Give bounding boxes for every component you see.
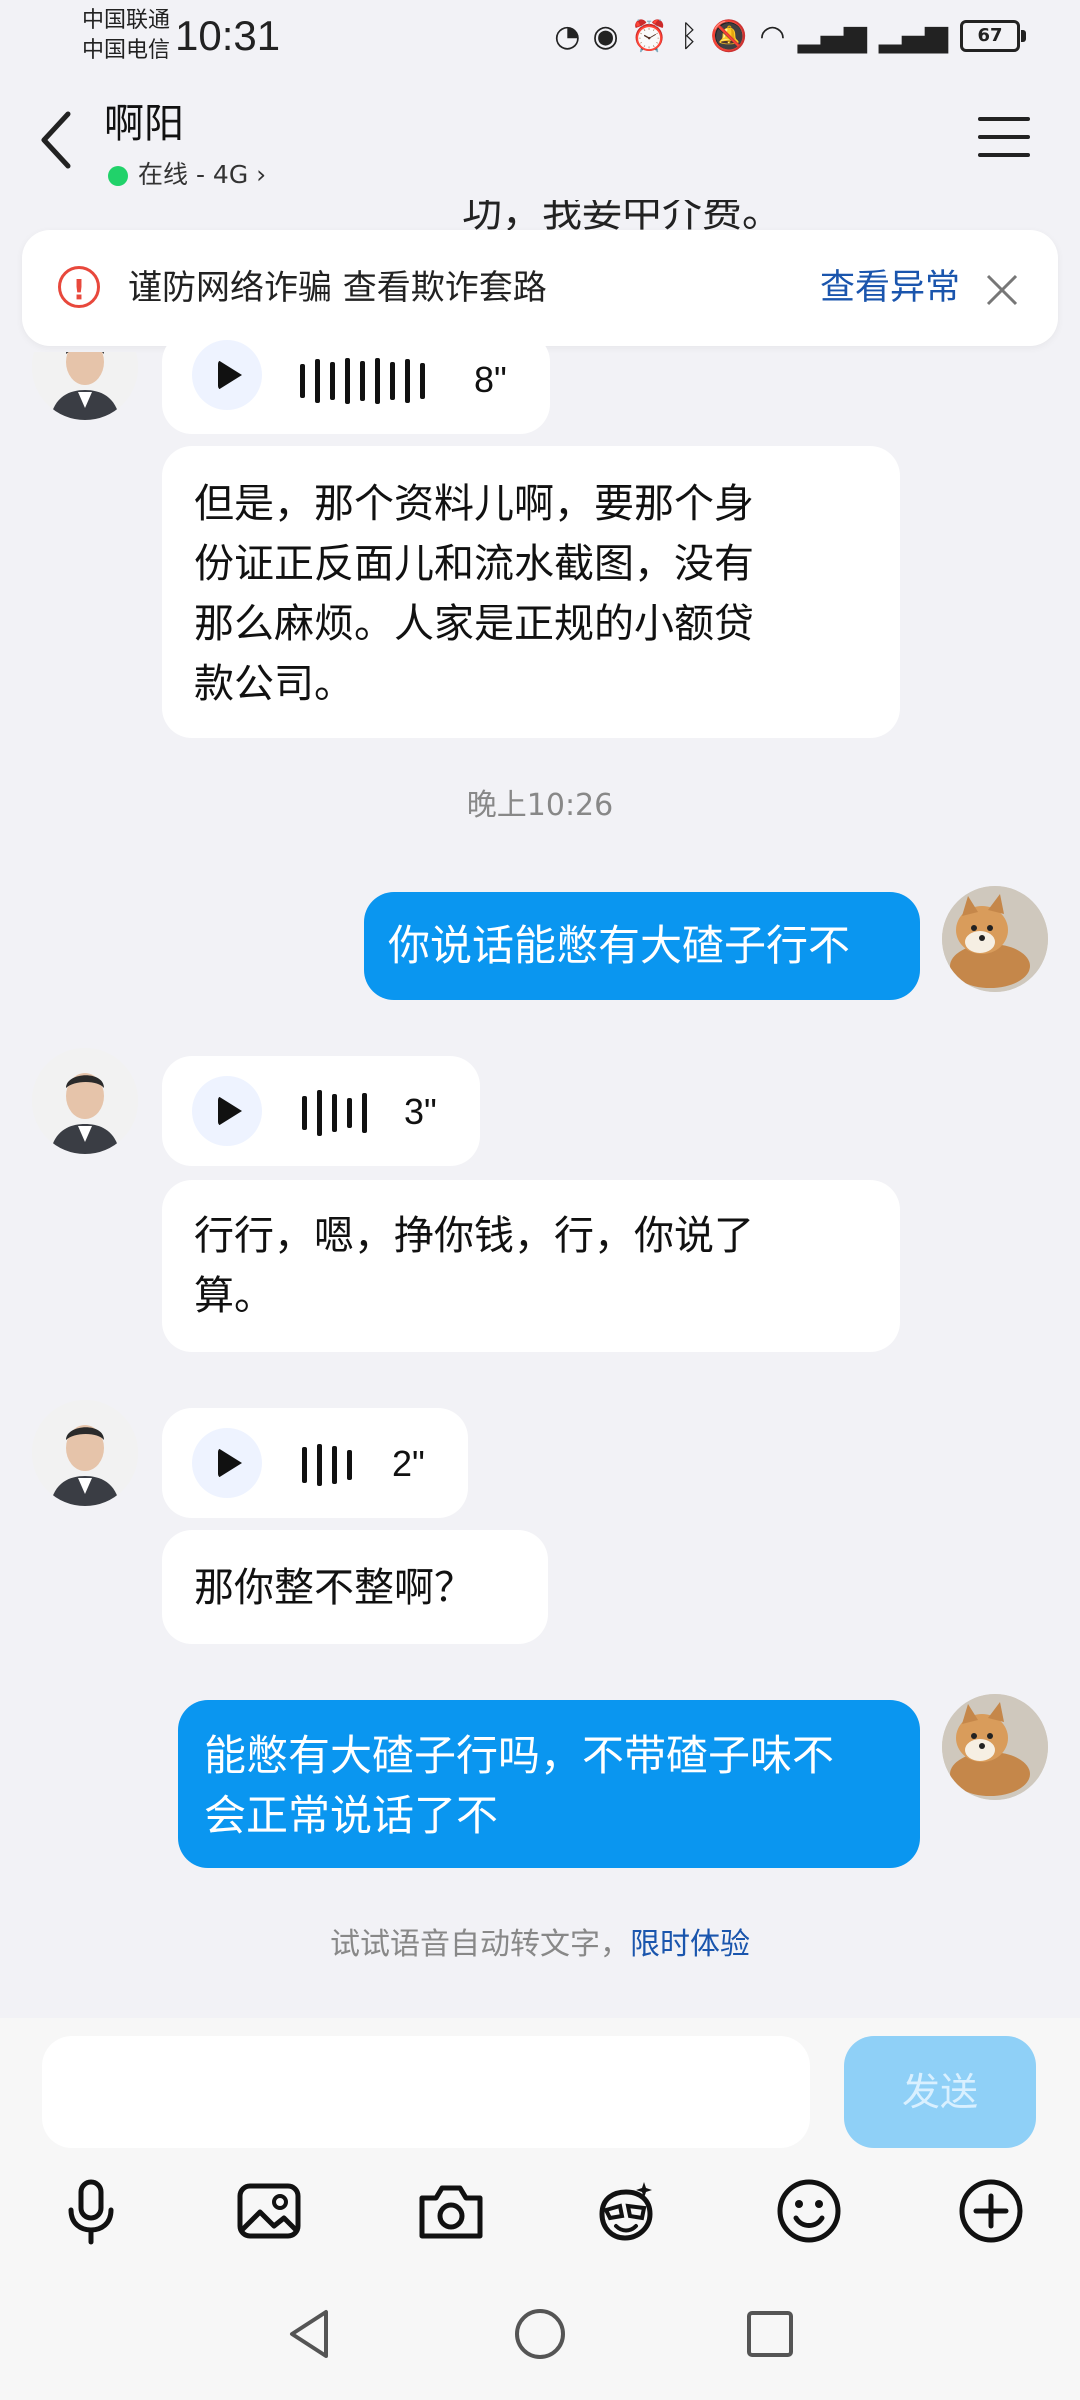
camera-icon[interactable] [416, 2176, 486, 2246]
message-text: 行行，嗯，挣你钱，行，你说了 算。 [194, 1206, 754, 1326]
voice-duration: 2" [392, 1443, 425, 1484]
send-button[interactable]: 发送 [844, 2036, 1036, 2148]
trial-link[interactable]: 限时体验 [630, 1927, 750, 1962]
online-status-label: 在线 - 4G [138, 160, 249, 189]
mute-icon: 🔕 [710, 18, 748, 54]
play-icon[interactable] [192, 340, 262, 410]
nav-recents-icon[interactable] [740, 2304, 800, 2364]
dog-avatar-icon [942, 1694, 1048, 1800]
man-avatar-icon [32, 1400, 138, 1506]
speech-to-text-hint: 试试语音自动转文字，限时体验 [0, 1924, 1080, 1966]
wifi-icon: ◠ [759, 18, 786, 54]
status-time: 10:31 [175, 12, 281, 59]
carrier-labels: 中国联通 中国电信 [82, 6, 170, 66]
microphone-icon[interactable] [56, 2176, 126, 2246]
waveform-icon [300, 358, 425, 404]
sticker-icon[interactable] [590, 2176, 660, 2246]
status-icons: ◔ ◉ ⏰ ᛒ 🔕 ◠ ▂▄▆ ▂▄▆ 67 [554, 14, 1026, 58]
alarm-icon: ⏰ [630, 18, 669, 54]
sent-message-text: 你说话能憋有大碴子行不 [388, 921, 851, 970]
message-line: 份证正反面儿和流水截图，没有 [194, 541, 754, 587]
message-text: 但是，那个资料儿啊，要那个身 份证正反面儿和流水截图，没有 那么麻烦。人家是正规… [194, 474, 754, 714]
carrier-2: 中国电信 [82, 38, 171, 63]
message-line: 会正常说话了不 [204, 1791, 499, 1840]
close-icon[interactable] [980, 268, 1024, 312]
sent-message-text: 能憋有大碴子行吗，不带碴子味不 会正常说话了不 [204, 1726, 834, 1846]
message-input[interactable] [42, 2036, 810, 2148]
speed-icon: ◔ [554, 18, 581, 54]
view-anomaly-link[interactable]: 查看异常 [820, 264, 960, 312]
my-avatar[interactable] [942, 1694, 1048, 1800]
man-avatar-icon [32, 1048, 138, 1154]
message-line: 但是，那个资料儿啊，要那个身 [194, 481, 754, 527]
online-status-dot [108, 166, 128, 186]
nav-home-icon[interactable] [510, 2304, 570, 2364]
hint-text: 试试语音自动转文字， [330, 1927, 630, 1962]
signal-icon-2: ▂▄▆ [878, 18, 948, 54]
message-line: 能憋有大碴子行吗，不带碴子味不 [204, 1731, 835, 1780]
message-text: 那你整不整啊？ [194, 1565, 474, 1611]
nav-back-icon[interactable] [280, 2304, 340, 2364]
my-avatar[interactable] [942, 886, 1048, 992]
voice-duration: 8" [474, 359, 507, 400]
back-button[interactable] [30, 100, 82, 180]
signal-icon: ▂▄▆ [797, 18, 867, 54]
message-line: 那么麻烦。人家是正规的小额贷 [194, 601, 754, 647]
online-status[interactable]: 在线 - 4G › [138, 156, 266, 194]
waveform-icon [302, 1442, 352, 1488]
menu-button[interactable] [976, 114, 1032, 160]
contact-name[interactable]: 啊阳 [104, 98, 184, 150]
battery-icon: 67 [960, 20, 1026, 52]
play-icon[interactable] [192, 1076, 262, 1146]
message-line: 行行，嗯，挣你钱，行，你说了 [194, 1213, 754, 1259]
eye-icon: ◉ [592, 18, 619, 54]
plus-icon[interactable] [956, 2176, 1026, 2246]
dog-avatar-icon [942, 886, 1048, 992]
warning-icon: ! [58, 266, 100, 308]
banner-text: 谨防网络诈骗 查看欺诈套路 [128, 268, 547, 308]
chevron-right-icon: › [256, 160, 267, 189]
emoji-icon[interactable] [774, 2176, 844, 2246]
image-icon[interactable] [234, 2176, 304, 2246]
timestamp: 晚上10:26 [466, 788, 614, 823]
carrier-1: 中国联通 [82, 8, 171, 33]
play-icon[interactable] [192, 1428, 262, 1498]
bluetooth-icon: ᛒ [680, 18, 699, 54]
contact-avatar[interactable] [32, 1048, 138, 1154]
message-line: 算。 [194, 1273, 274, 1319]
contact-avatar[interactable] [32, 1400, 138, 1506]
voice-duration: 3" [404, 1091, 437, 1132]
waveform-icon [302, 1090, 367, 1136]
message-line: 款公司。 [194, 661, 354, 707]
